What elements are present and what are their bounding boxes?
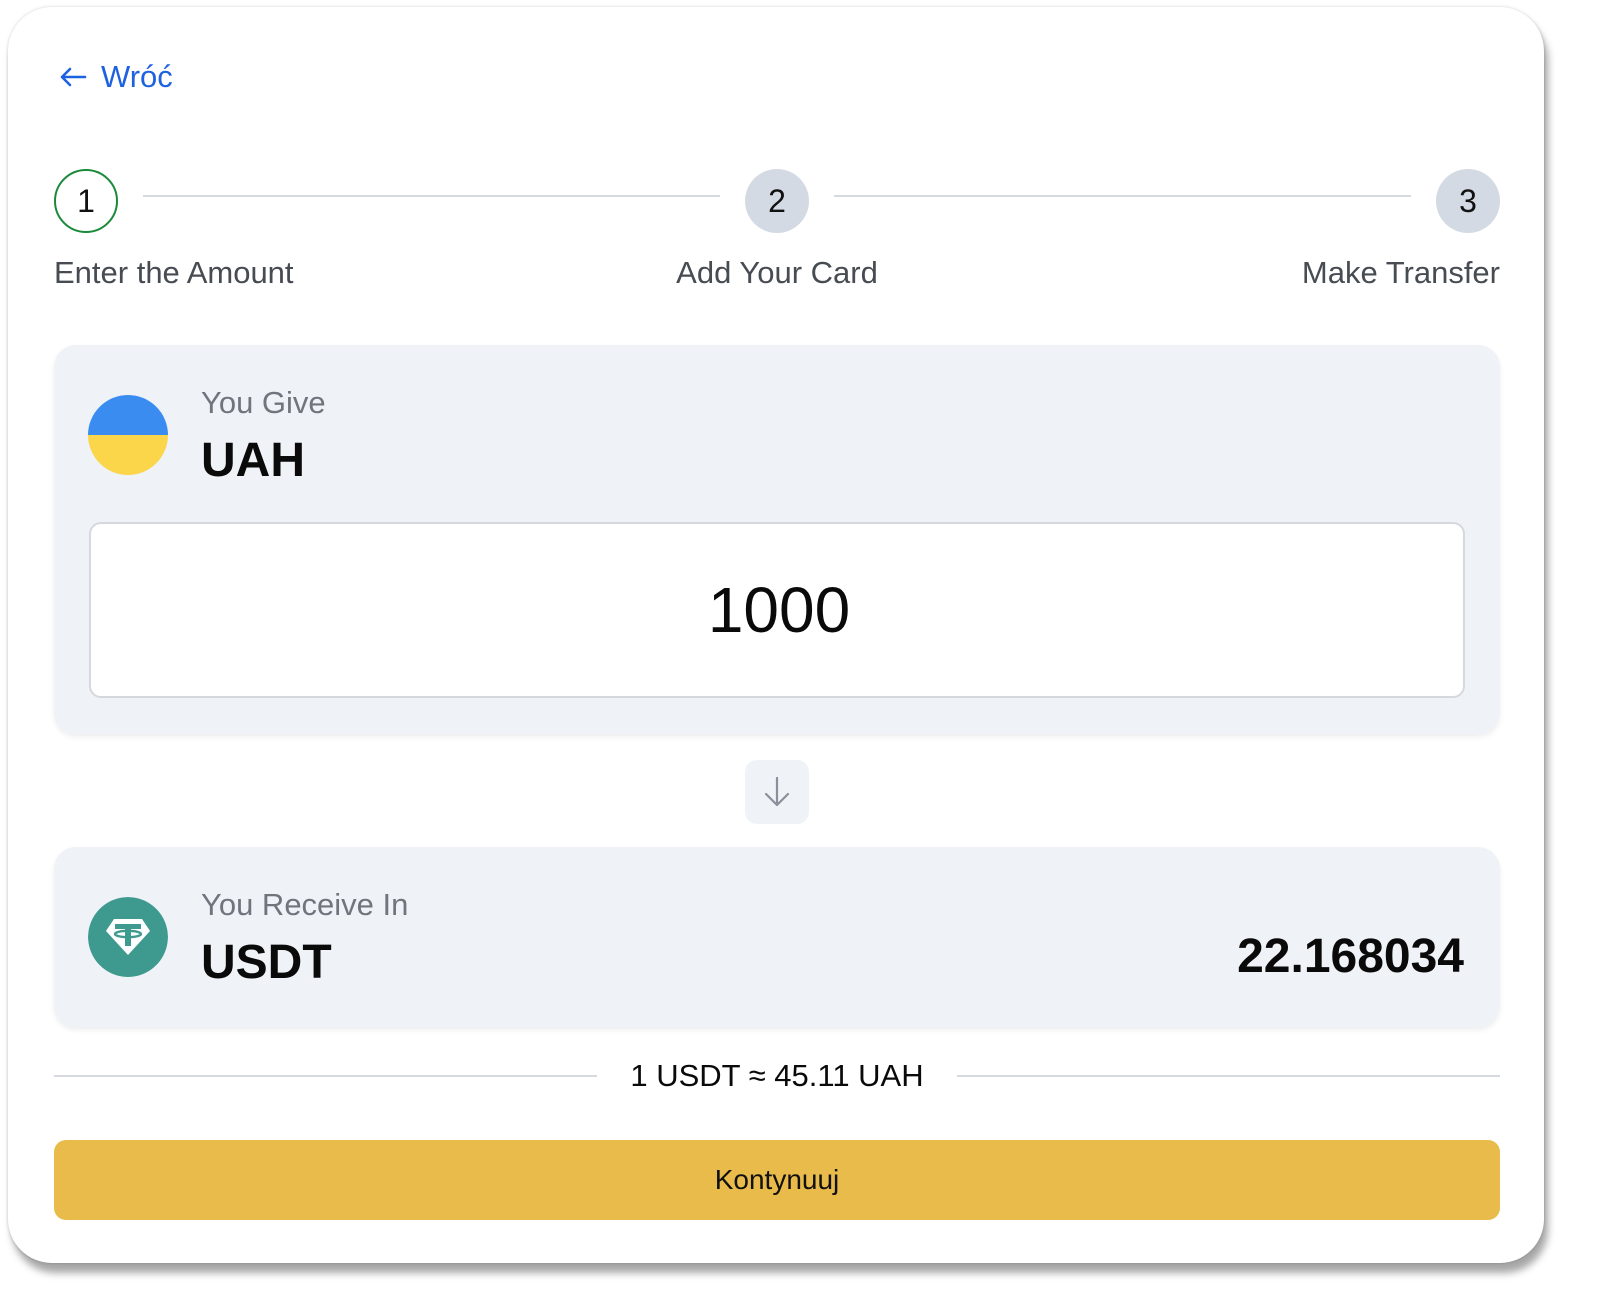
tether-icon [88,897,168,977]
step-1-circle: 1 [54,169,118,233]
step-3-label: Make Transfer [1301,255,1500,290]
exchange-rate-row: 1 USDT ≈ 45.11 UAH [54,1056,1500,1096]
step-connector-2 [834,195,1411,197]
step-connector-1 [143,195,720,197]
step-2-label: Add Your Card [676,255,878,290]
step-2-circle: 2 [745,169,809,233]
step-1-number: 1 [77,182,95,219]
receive-caption: You Receive In [201,887,409,922]
back-link-label: Wróć [101,59,173,94]
step-1-label: Enter the Amount [54,255,294,290]
give-currency: UAH [201,434,305,487]
back-link[interactable]: Wróć [59,59,173,95]
arrow-down-icon [764,776,790,807]
give-card: You Give UAH [54,345,1500,734]
receive-currency: USDT [201,936,332,989]
receive-card: You Receive In USDT 22.168034 [54,847,1500,1027]
exchange-rate: 1 USDT ≈ 45.11 UAH [630,1058,924,1093]
arrow-left-icon [60,67,87,87]
step-3-number: 3 [1459,182,1477,219]
ukraine-flag-icon [88,395,168,475]
step-2-number: 2 [768,182,786,219]
continue-button[interactable]: Kontynuuj [54,1140,1500,1220]
step-3-circle: 3 [1436,169,1500,233]
exchange-panel: Wróć 1 2 3 Enter the Amount Add Your Car… [8,7,1544,1263]
swap-direction-button[interactable] [745,760,809,824]
receive-amount: 22.168034 [1237,930,1464,983]
give-caption: You Give [201,385,326,420]
give-amount-input[interactable] [89,522,1465,698]
